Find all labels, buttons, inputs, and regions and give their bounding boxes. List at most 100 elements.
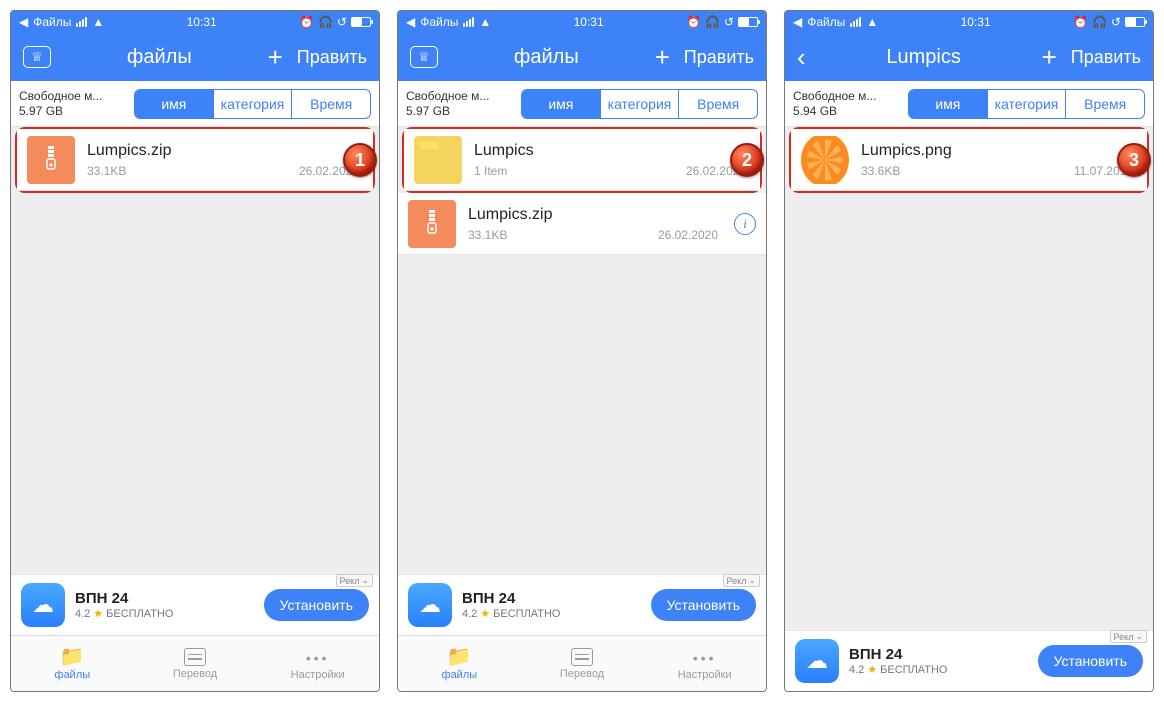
ad-label[interactable]: Рекл⌄ <box>723 574 760 587</box>
install-button[interactable]: Установить <box>264 589 369 621</box>
page-title: Lumpics <box>886 46 960 69</box>
tab-transfer[interactable]: Перевод <box>134 636 257 691</box>
ad-subtitle: 4.2★БЕСПЛАТНО <box>75 607 254 620</box>
headphones-icon: 🎧 <box>705 15 720 29</box>
page-title: файлы <box>514 46 579 69</box>
file-row[interactable]: Lumpics.zip 33.1KB 26.02.2020 <box>17 129 373 191</box>
edit-button[interactable]: Править <box>297 47 367 68</box>
screen-3: ◀ Файлы ▲ 10:31 ⏰ 🎧 ↺ ‹ Lumpics + <box>784 10 1154 692</box>
back-button[interactable]: ‹ <box>797 42 806 73</box>
sort-category[interactable]: категория <box>214 90 293 118</box>
install-button[interactable]: Установить <box>651 589 756 621</box>
ad-subtitle: 4.2★БЕСПЛАТНО <box>849 663 1028 676</box>
ad-app-icon: ☁ <box>408 583 452 627</box>
file-name: Lumpics.png <box>861 142 1137 160</box>
alarm-icon: ⏰ <box>1073 15 1088 29</box>
sort-time[interactable]: Время <box>292 90 370 118</box>
page-title: файлы <box>127 46 192 69</box>
sort-time[interactable]: Время <box>1066 90 1144 118</box>
headphones-icon: 🎧 <box>318 15 333 29</box>
sort-time[interactable]: Время <box>679 90 757 118</box>
free-space: Свободное м... 5.97 GB <box>19 89 124 118</box>
sort-category[interactable]: категория <box>601 90 680 118</box>
ad-app-icon: ☁ <box>21 583 65 627</box>
back-to-app[interactable]: ◀ <box>406 15 415 29</box>
sort-category[interactable]: категория <box>988 90 1067 118</box>
highlight-frame: Lumpics 1 Item 26.02.2020 <box>402 127 762 193</box>
file-row[interactable]: Lumpics 1 Item 26.02.2020 <box>404 129 760 191</box>
ad-banner[interactable]: Рекл⌄ ☁ ВПН 24 4.2★БЕСПЛАТНО Установить <box>11 574 379 635</box>
file-meta-size: 33.6KB <box>861 164 900 178</box>
folder-icon <box>447 647 472 667</box>
ad-banner[interactable]: Рекл⌄ ☁ ВПН 24 4.2★БЕСПЛАТНО Установить <box>398 574 766 635</box>
nav-bar: ‹ Lumpics + Править <box>785 33 1153 81</box>
back-to-app-label[interactable]: Файлы <box>420 15 458 29</box>
free-space: Свободное м... 5.94 GB <box>793 89 898 118</box>
tab-settings[interactable]: Настройки <box>256 636 379 691</box>
sort-segmented: имя категория Время <box>521 89 758 119</box>
signal-icon <box>76 17 87 27</box>
tab-transfer[interactable]: Перевод <box>521 636 644 691</box>
clock: 10:31 <box>574 15 604 29</box>
ad-title: ВПН 24 <box>75 590 254 607</box>
file-name: Lumpics.zip <box>468 206 722 224</box>
ad-label[interactable]: Рекл⌄ <box>1110 630 1147 643</box>
transfer-icon <box>571 648 593 666</box>
file-row[interactable]: Lumpics.png 33.6KB 11.07.2018 <box>791 129 1147 191</box>
back-to-app-label[interactable]: Файлы <box>807 15 845 29</box>
tab-files[interactable]: файлы <box>398 636 521 691</box>
tab-settings[interactable]: Настройки <box>643 636 766 691</box>
ad-banner[interactable]: Рекл⌄ ☁ ВПН 24 4.2★БЕСПЛАТНО Установить <box>785 630 1153 691</box>
file-list[interactable]: Lumpics.zip 33.1KB 26.02.2020 1 <box>11 127 379 574</box>
sort-segmented: имя категория Время <box>134 89 371 119</box>
nav-bar: ♕ файлы + Править <box>398 33 766 81</box>
tab-files[interactable]: файлы <box>11 636 134 691</box>
edit-button[interactable]: Править <box>684 47 754 68</box>
crown-button[interactable]: ♕ <box>410 46 438 68</box>
folder-icon <box>60 647 85 667</box>
status-bar: ◀ Файлы ▲ 10:31 ⏰ 🎧 ↺ <box>11 11 379 33</box>
battery-icon <box>1125 17 1145 27</box>
ad-title: ВПН 24 <box>849 646 1028 663</box>
sort-name[interactable]: имя <box>522 90 601 118</box>
ad-title: ВПН 24 <box>462 590 641 607</box>
nav-bar: ♕ файлы + Править <box>11 33 379 81</box>
image-thumbnail <box>801 136 849 184</box>
sort-segmented: имя категория Время <box>908 89 1145 119</box>
battery-icon <box>738 17 758 27</box>
highlight-frame: Lumpics.zip 33.1KB 26.02.2020 <box>15 127 375 193</box>
back-to-app[interactable]: ◀ <box>793 15 802 29</box>
sort-name[interactable]: имя <box>909 90 988 118</box>
alarm-icon: ⏰ <box>299 15 314 29</box>
battery-icon <box>351 17 371 27</box>
file-row[interactable]: Lumpics.zip 33.1KB 26.02.2020 i <box>398 193 766 255</box>
sort-name[interactable]: имя <box>135 90 214 118</box>
info-button[interactable]: i <box>734 213 756 235</box>
add-button[interactable]: + <box>655 44 670 70</box>
back-to-app[interactable]: ◀ <box>19 15 28 29</box>
highlight-frame: Lumpics.png 33.6KB 11.07.2018 <box>789 127 1149 193</box>
free-space: Свободное м... 5.97 GB <box>406 89 511 118</box>
add-button[interactable]: + <box>268 44 283 70</box>
clock: 10:31 <box>961 15 991 29</box>
back-to-app-label[interactable]: Файлы <box>33 15 71 29</box>
file-meta-size: 33.1KB <box>87 164 126 178</box>
signal-icon <box>850 17 861 27</box>
file-meta-size: 1 Item <box>474 164 507 178</box>
edit-button[interactable]: Править <box>1071 47 1141 68</box>
signal-icon <box>463 17 474 27</box>
orientation-lock-icon: ↺ <box>1111 15 1121 29</box>
ad-app-icon: ☁ <box>795 639 839 683</box>
file-name: Lumpics <box>474 142 750 160</box>
ad-label[interactable]: Рекл⌄ <box>336 574 373 587</box>
file-meta-size: 33.1KB <box>468 228 507 242</box>
install-button[interactable]: Установить <box>1038 645 1143 677</box>
tab-bar: файлы Перевод Настройки <box>11 635 379 691</box>
file-name: Lumpics.zip <box>87 142 363 160</box>
add-button[interactable]: + <box>1042 44 1057 70</box>
file-list[interactable]: Lumpics.png 33.6KB 11.07.2018 3 <box>785 127 1153 630</box>
crown-button[interactable]: ♕ <box>23 46 51 68</box>
transfer-icon <box>184 648 206 666</box>
clock: 10:31 <box>187 15 217 29</box>
file-list[interactable]: Lumpics 1 Item 26.02.2020 2 Lumpics.zip … <box>398 127 766 574</box>
